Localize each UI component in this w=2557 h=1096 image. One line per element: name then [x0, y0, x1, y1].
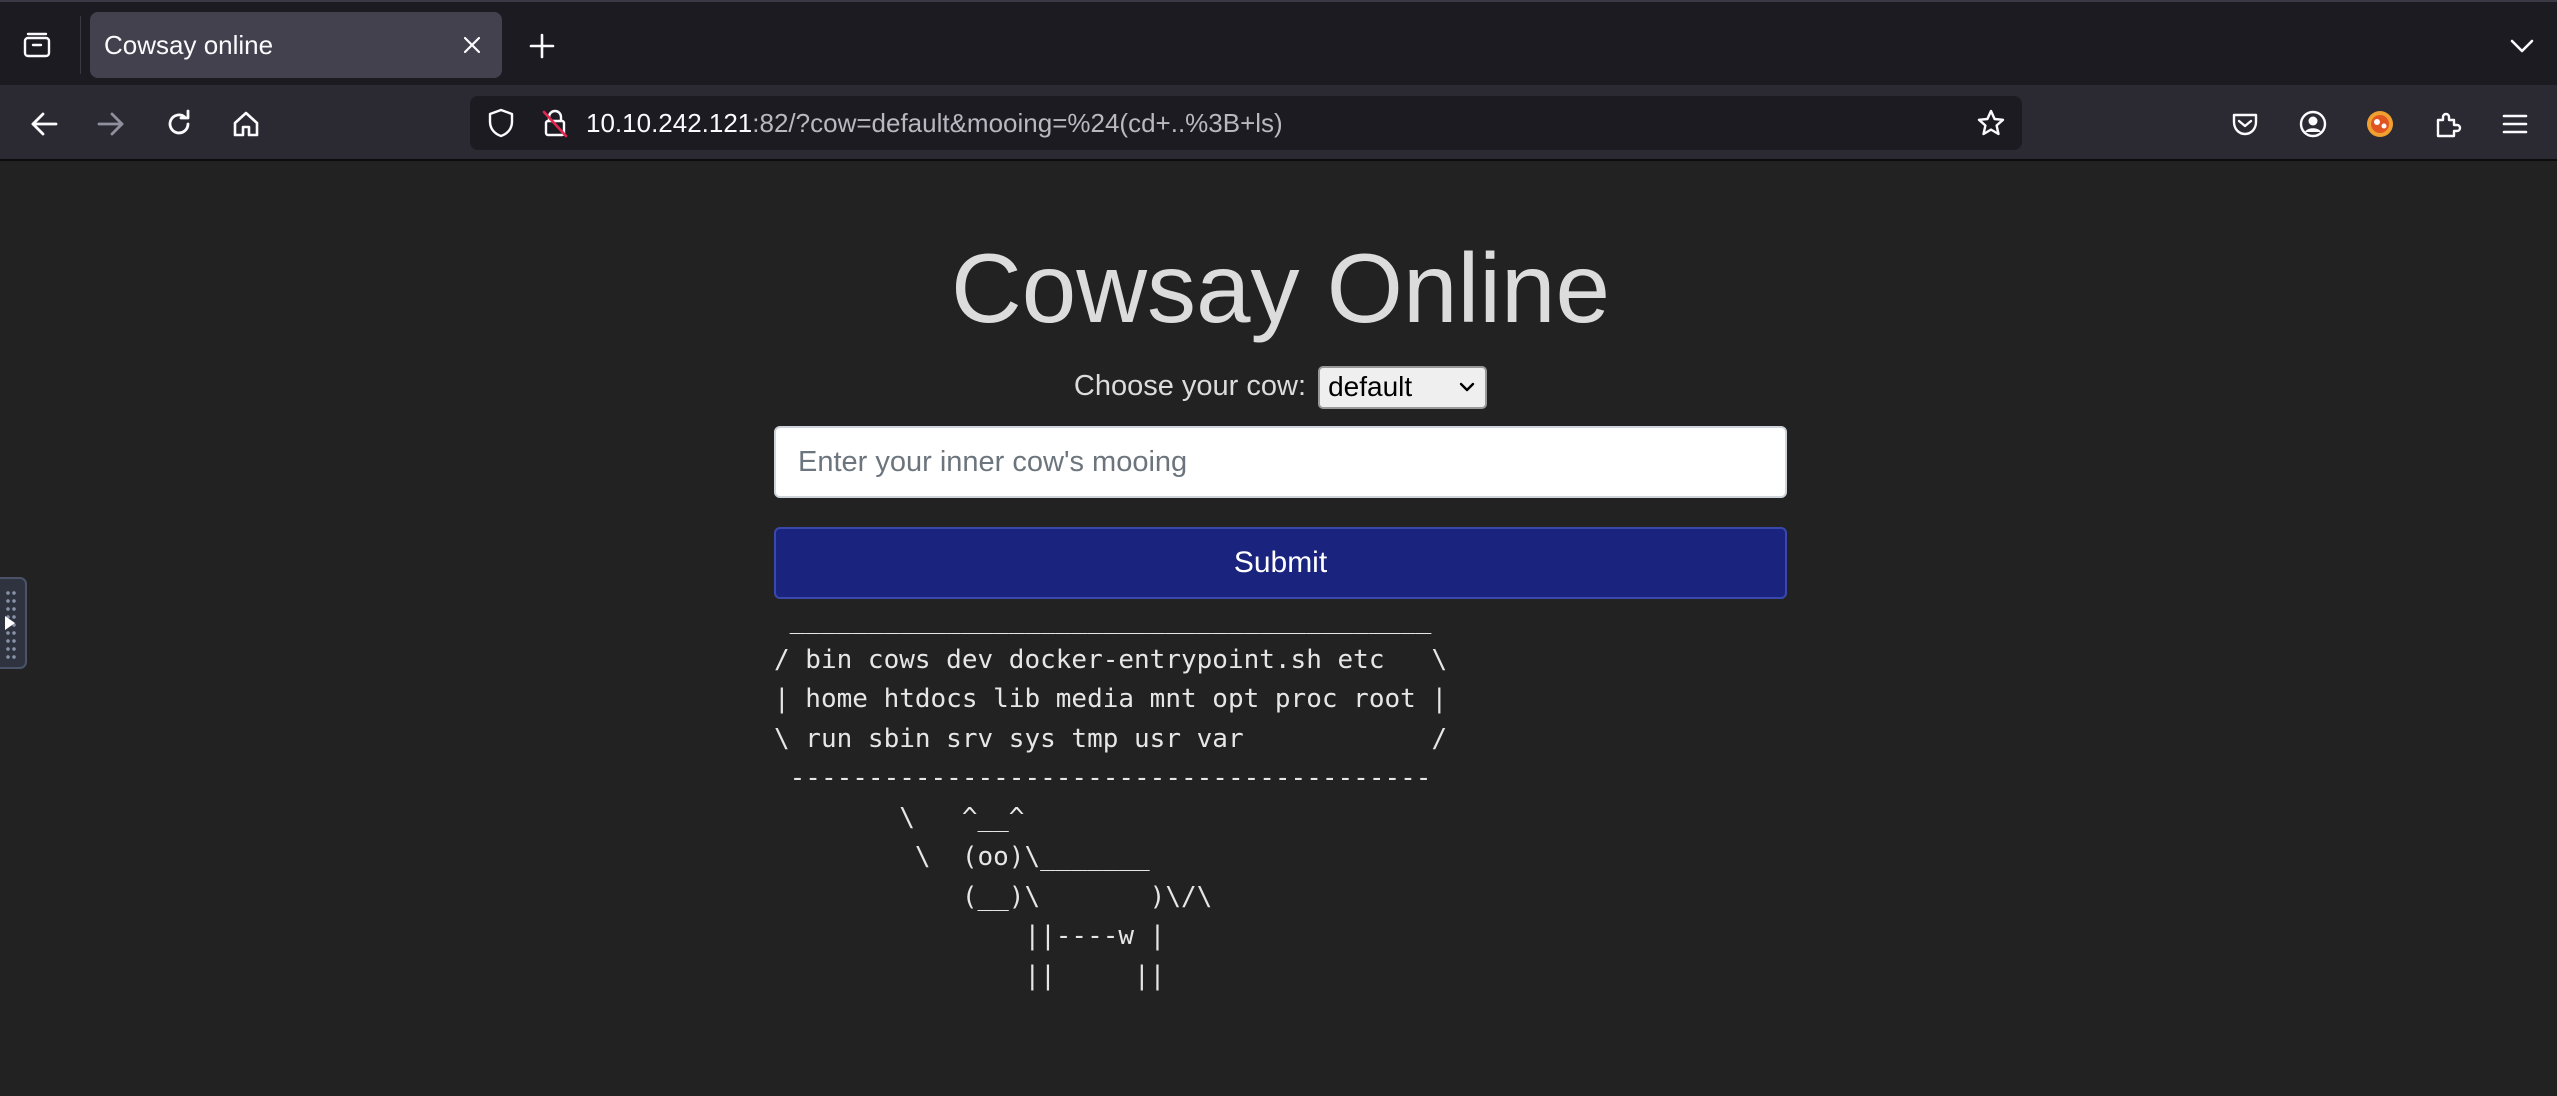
cow-select-value: default [1328, 370, 1413, 402]
pocket-icon[interactable] [2223, 102, 2267, 146]
tab-cowsay[interactable]: Cowsay online [90, 12, 502, 78]
tab-bar: Cowsay online [0, 0, 2557, 85]
account-icon[interactable] [2291, 102, 2335, 146]
cow-chooser: Choose your cow: default [774, 365, 1787, 409]
url-path: :82/?cow=default&mooing=%24(cd+..%3B+ls) [752, 108, 1283, 138]
home-icon[interactable] [224, 102, 268, 146]
tab-separator [80, 16, 81, 74]
forward-arrow-icon[interactable] [89, 102, 133, 146]
page-content: Cowsay Online Choose your cow: default S… [0, 161, 2557, 1096]
back-arrow-icon[interactable] [22, 102, 66, 146]
close-icon[interactable] [456, 29, 488, 61]
chevron-down-icon [1459, 378, 1475, 396]
insecure-lock-icon[interactable] [536, 104, 574, 142]
tab-title: Cowsay online [104, 30, 274, 60]
chevron-down-icon[interactable] [2502, 26, 2542, 66]
puzzle-icon[interactable] [2426, 102, 2470, 146]
url-text: 10.10.242.121:82/?cow=default&mooing=%24… [586, 96, 1283, 150]
url-host: 10.10.242.121 [586, 108, 753, 138]
navigation-toolbar: 10.10.242.121:82/?cow=default&mooing=%24… [0, 85, 2557, 161]
choose-cow-label: Choose your cow: [1073, 370, 1307, 402]
hamburger-menu-icon[interactable] [2493, 102, 2537, 146]
plus-icon[interactable] [522, 26, 562, 66]
sidebar-toggle[interactable] [0, 577, 27, 669]
star-icon[interactable] [1972, 104, 2010, 142]
mooing-input[interactable] [774, 426, 1787, 498]
cow-select[interactable]: default [1318, 365, 1488, 409]
reload-icon[interactable] [157, 102, 201, 146]
fox-extension-icon[interactable] [2358, 102, 2402, 146]
page-title: Cowsay Online [950, 233, 1611, 343]
expand-arrow-icon [5, 616, 15, 630]
shield-icon[interactable] [482, 104, 520, 142]
submit-button[interactable]: Submit [774, 527, 1787, 599]
cowsay-output: ________________________________________… [774, 605, 1448, 991]
url-bar[interactable]: 10.10.242.121:82/?cow=default&mooing=%24… [470, 96, 2022, 150]
tab-list-icon[interactable] [14, 26, 60, 66]
